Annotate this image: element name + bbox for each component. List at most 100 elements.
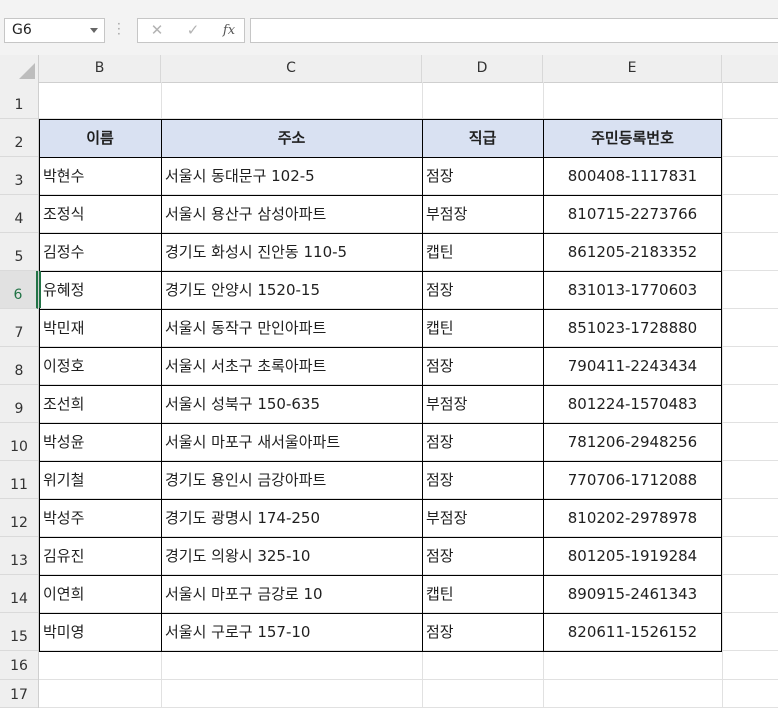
position-cell[interactable]: 점장 bbox=[422, 347, 543, 385]
row-header-2[interactable]: 2 bbox=[0, 119, 38, 157]
address-cell[interactable]: 경기도 의왕시 325-10 bbox=[161, 537, 422, 575]
position-cell[interactable]: 점장 bbox=[422, 157, 543, 195]
column-header-f[interactable] bbox=[722, 55, 778, 82]
row-header-8[interactable]: 8 bbox=[0, 347, 38, 385]
name-cell[interactable]: 김정수 bbox=[39, 233, 161, 271]
id-number-cell[interactable]: 770706-1712088 bbox=[543, 461, 722, 499]
position-cell[interactable]: 캡틴 bbox=[422, 575, 543, 613]
position-cell[interactable]: 캡틴 bbox=[422, 309, 543, 347]
row-header-17[interactable]: 17 bbox=[0, 680, 38, 708]
address-cell[interactable]: 경기도 광명시 174-250 bbox=[161, 499, 422, 537]
table-border-horizontal bbox=[39, 119, 722, 120]
id-number-cell[interactable]: 790411-2243434 bbox=[543, 347, 722, 385]
enter-icon[interactable]: ✓ bbox=[178, 19, 208, 42]
row-header-13[interactable]: 13 bbox=[0, 537, 38, 575]
row-header-9[interactable]: 9 bbox=[0, 385, 38, 423]
id-number-cell[interactable]: 781206-2948256 bbox=[543, 423, 722, 461]
table-border-horizontal bbox=[39, 195, 722, 196]
column-header-b[interactable]: B bbox=[39, 55, 161, 82]
table-border-horizontal bbox=[39, 271, 722, 272]
row-header-15[interactable]: 15 bbox=[0, 613, 38, 651]
name-cell[interactable]: 조정식 bbox=[39, 195, 161, 233]
row-header-14[interactable]: 14 bbox=[0, 575, 38, 613]
row-header-4[interactable]: 4 bbox=[0, 195, 38, 233]
address-cell[interactable]: 서울시 동대문구 102-5 bbox=[161, 157, 422, 195]
table-border-horizontal bbox=[39, 651, 722, 652]
address-cell[interactable]: 서울시 구로구 157-10 bbox=[161, 613, 422, 651]
row-header-7[interactable]: 7 bbox=[0, 309, 38, 347]
id-number-cell[interactable]: 831013-1770603 bbox=[543, 271, 722, 309]
select-all-button[interactable] bbox=[0, 55, 39, 82]
row-header-5[interactable]: 5 bbox=[0, 233, 38, 271]
column-header-d[interactable]: D bbox=[422, 55, 543, 82]
address-cell[interactable]: 서울시 용산구 삼성아파트 bbox=[161, 195, 422, 233]
cancel-icon[interactable]: ✕ bbox=[142, 19, 172, 42]
table-border-horizontal bbox=[39, 537, 722, 538]
position-cell[interactable]: 부점장 bbox=[422, 499, 543, 537]
id-number-cell[interactable]: 810715-2273766 bbox=[543, 195, 722, 233]
position-cell[interactable]: 점장 bbox=[422, 461, 543, 499]
id-number-cell[interactable]: 820611-1526152 bbox=[543, 613, 722, 651]
column-header-e[interactable]: E bbox=[543, 55, 722, 82]
row-header-3[interactable]: 3 bbox=[0, 157, 38, 195]
table-border-horizontal bbox=[39, 309, 722, 310]
position-cell[interactable]: 점장 bbox=[422, 271, 543, 309]
position-cell[interactable]: 점장 bbox=[422, 423, 543, 461]
row-header-11[interactable]: 11 bbox=[0, 461, 38, 499]
address-cell[interactable]: 경기도 안양시 1520-15 bbox=[161, 271, 422, 309]
id-number-cell[interactable]: 800408-1117831 bbox=[543, 157, 722, 195]
name-cell[interactable]: 이정호 bbox=[39, 347, 161, 385]
header-address[interactable]: 주소 bbox=[161, 119, 422, 157]
active-cell-indicator bbox=[39, 271, 41, 308]
table-border-horizontal bbox=[39, 423, 722, 424]
address-cell[interactable]: 서울시 마포구 새서울아파트 bbox=[161, 423, 422, 461]
name-cell[interactable]: 박현수 bbox=[39, 157, 161, 195]
position-cell[interactable]: 캡틴 bbox=[422, 233, 543, 271]
chevron-down-icon[interactable] bbox=[90, 28, 98, 33]
position-cell[interactable]: 점장 bbox=[422, 613, 543, 651]
grid-line-vertical bbox=[722, 82, 723, 708]
position-cell[interactable]: 부점장 bbox=[422, 195, 543, 233]
header-id-number[interactable]: 주민등록번호 bbox=[543, 119, 722, 157]
header-position[interactable]: 직급 bbox=[422, 119, 543, 157]
address-cell[interactable]: 서울시 동작구 만인아파트 bbox=[161, 309, 422, 347]
id-number-cell[interactable]: 801224-1570483 bbox=[543, 385, 722, 423]
address-cell[interactable]: 서울시 마포구 금강로 10 bbox=[161, 575, 422, 613]
formula-input[interactable] bbox=[250, 18, 778, 43]
id-number-cell[interactable]: 851023-1728880 bbox=[543, 309, 722, 347]
row-header-6[interactable]: 6 bbox=[0, 271, 38, 309]
id-number-cell[interactable]: 810202-2978978 bbox=[543, 499, 722, 537]
name-cell[interactable]: 박성윤 bbox=[39, 423, 161, 461]
name-cell[interactable]: 이연희 bbox=[39, 575, 161, 613]
table-border-horizontal bbox=[39, 575, 722, 576]
name-cell[interactable]: 김유진 bbox=[39, 537, 161, 575]
table-border-horizontal bbox=[39, 499, 722, 500]
position-cell[interactable]: 부점장 bbox=[422, 385, 543, 423]
address-cell[interactable]: 서울시 성북구 150-635 bbox=[161, 385, 422, 423]
name-cell[interactable]: 위기철 bbox=[39, 461, 161, 499]
insert-function-icon[interactable]: fx bbox=[214, 19, 244, 42]
address-cell[interactable]: 서울시 서초구 초록아파트 bbox=[161, 347, 422, 385]
address-cell[interactable]: 경기도 용인시 금강아파트 bbox=[161, 461, 422, 499]
id-number-cell[interactable]: 801205-1919284 bbox=[543, 537, 722, 575]
name-cell[interactable]: 박민재 bbox=[39, 309, 161, 347]
table-border-horizontal bbox=[39, 157, 722, 158]
row-header-12[interactable]: 12 bbox=[0, 499, 38, 537]
row-header-1[interactable]: 1 bbox=[0, 82, 38, 119]
id-number-cell[interactable]: 890915-2461343 bbox=[543, 575, 722, 613]
column-headers: B C D E bbox=[0, 55, 778, 83]
id-number-cell[interactable]: 861205-2183352 bbox=[543, 233, 722, 271]
column-header-c[interactable]: C bbox=[161, 55, 422, 82]
name-cell[interactable]: 박성주 bbox=[39, 499, 161, 537]
name-box[interactable]: G6 bbox=[4, 18, 105, 43]
position-cell[interactable]: 점장 bbox=[422, 537, 543, 575]
header-name[interactable]: 이름 bbox=[39, 119, 161, 157]
grid-line-horizontal bbox=[39, 679, 778, 680]
row-header-10[interactable]: 10 bbox=[0, 423, 38, 461]
name-cell[interactable]: 박미영 bbox=[39, 613, 161, 651]
name-cell[interactable]: 유혜정 bbox=[39, 271, 161, 309]
row-header-16[interactable]: 16 bbox=[0, 651, 38, 680]
name-box-value: G6 bbox=[12, 22, 32, 38]
address-cell[interactable]: 경기도 화성시 진안동 110-5 bbox=[161, 233, 422, 271]
name-cell[interactable]: 조선희 bbox=[39, 385, 161, 423]
